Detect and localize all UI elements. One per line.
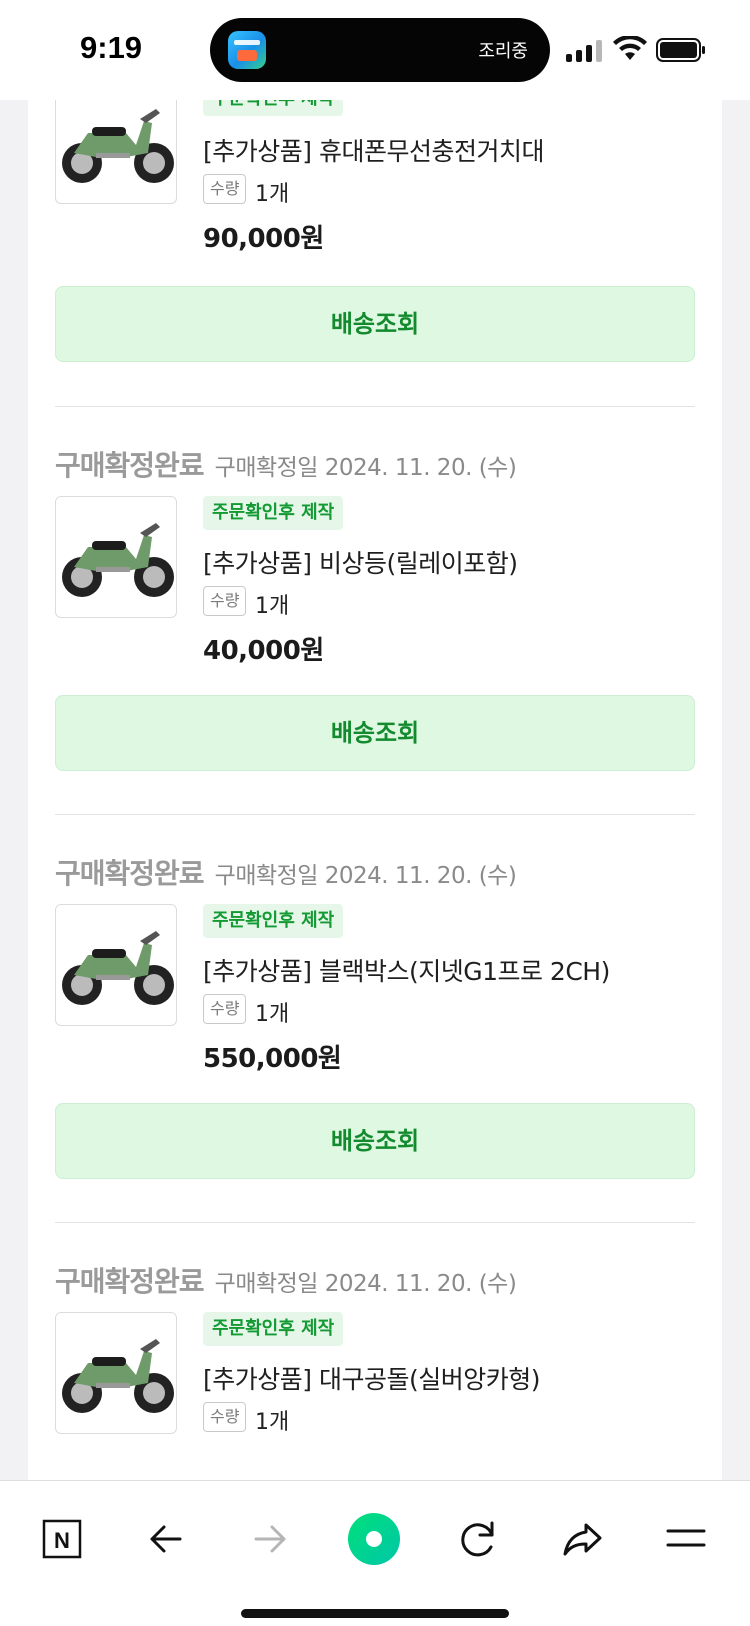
- quantity-value: 1개: [255, 182, 290, 207]
- order-status: 구매확정완료: [55, 449, 205, 482]
- divider: [55, 814, 695, 815]
- menu-icon: [666, 1529, 706, 1547]
- menu-button[interactable]: [656, 1509, 716, 1569]
- browser-toolbar: N: [0, 1480, 750, 1626]
- price: 550,000원: [203, 1044, 342, 1074]
- app-icon: [228, 31, 266, 69]
- divider: [55, 406, 695, 407]
- refresh-icon: [461, 1521, 494, 1557]
- production-badge: 주문확인후 제작: [203, 904, 344, 938]
- wifi-icon: [613, 36, 647, 60]
- price: 40,000원: [203, 636, 324, 666]
- scooter-image: [62, 109, 174, 183]
- production-badge: 주문확인후 제작: [203, 496, 344, 530]
- forward-arrow-icon: [254, 1525, 286, 1553]
- order-status: 구매확정완료: [55, 857, 205, 890]
- back-arrow-icon: [150, 1525, 182, 1553]
- confirm-date: 구매확정일 2024. 11. 20. (수): [214, 1271, 517, 1297]
- order-list: 주문확인후 제작 [추가상품] 휴대폰무선충전거치대 수량 1개 90,000원…: [28, 100, 722, 1480]
- naver-home-button[interactable]: N: [32, 1509, 92, 1569]
- order-header: 구매확정완료 구매확정일 2024. 11. 20. (수): [55, 1260, 517, 1300]
- forward-button[interactable]: [240, 1509, 300, 1569]
- battery-icon: [656, 38, 705, 62]
- product-thumbnail[interactable]: [55, 100, 177, 204]
- order-header: 구매확정완료 구매확정일 2024. 11. 20. (수): [55, 852, 517, 892]
- product-thumbnail[interactable]: [55, 904, 177, 1026]
- island-activity-text: 조리중: [478, 41, 528, 62]
- divider: [55, 1222, 695, 1223]
- price: 90,000원: [203, 224, 324, 254]
- dynamic-island[interactable]: 조리중: [210, 18, 550, 82]
- scooter-image: [62, 1339, 174, 1413]
- confirm-date: 구매확정일 2024. 11. 20. (수): [214, 863, 517, 889]
- green-dot-icon: [348, 1513, 400, 1565]
- refresh-button[interactable]: [448, 1509, 508, 1569]
- back-button[interactable]: [136, 1509, 196, 1569]
- production-badge: 주문확인후 제작: [203, 100, 344, 116]
- confirm-date: 구매확정일 2024. 11. 20. (수): [214, 455, 517, 481]
- product-thumbnail[interactable]: [55, 1312, 177, 1434]
- share-icon: [563, 1523, 602, 1556]
- cellular-signal-icon: [566, 40, 602, 62]
- quantity-label: 수량: [203, 586, 247, 616]
- order-header: 구매확정완료 구매확정일 2024. 11. 20. (수): [55, 444, 517, 484]
- scooter-image: [62, 931, 174, 1005]
- product-thumbnail[interactable]: [55, 496, 177, 618]
- quantity-value: 1개: [255, 594, 290, 619]
- quantity-value: 1개: [255, 1410, 290, 1435]
- status-bar: 9:19 조리중: [0, 0, 750, 100]
- quantity-value: 1개: [255, 1002, 290, 1027]
- scooter-image: [62, 523, 174, 597]
- naver-home-icon: N: [42, 1519, 82, 1559]
- clock-time: 9:19: [80, 30, 143, 65]
- product-name[interactable]: [추가상품] 비상등(릴레이포함): [203, 544, 518, 580]
- product-name[interactable]: [추가상품] 블랙박스(지넷G1프로 2CH): [203, 952, 610, 988]
- svg-text:N: N: [54, 1528, 70, 1553]
- quantity-label: 수량: [203, 994, 247, 1024]
- green-dot-button[interactable]: [344, 1509, 404, 1569]
- share-button[interactable]: [552, 1509, 612, 1569]
- product-name[interactable]: [추가상품] 대구공돌(실버앙카형): [203, 1360, 540, 1396]
- order-status: 구매확정완료: [55, 1265, 205, 1298]
- track-shipment-button[interactable]: 배송조회: [55, 695, 695, 771]
- quantity-label: 수량: [203, 1402, 247, 1432]
- home-indicator: [241, 1609, 509, 1618]
- production-badge: 주문확인후 제작: [203, 1312, 344, 1346]
- quantity-label: 수량: [203, 174, 247, 204]
- track-shipment-button[interactable]: 배송조회: [55, 286, 695, 362]
- product-name[interactable]: [추가상품] 휴대폰무선충전거치대: [203, 132, 544, 168]
- track-shipment-button[interactable]: 배송조회: [55, 1103, 695, 1179]
